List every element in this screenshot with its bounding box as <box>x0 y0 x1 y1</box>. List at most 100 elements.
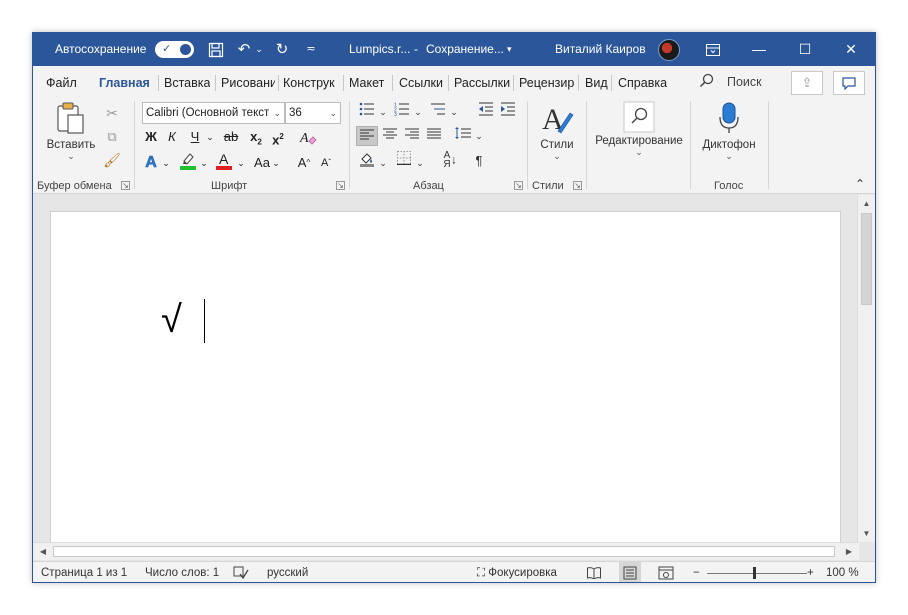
scroll-up-icon[interactable]: ▲ <box>858 197 875 211</box>
zoom-in-button[interactable]: + <box>807 562 814 582</box>
cut-icon[interactable]: ✂ <box>103 105 121 122</box>
search-label[interactable]: Поиск <box>727 75 762 89</box>
highlight-color-button[interactable] <box>179 151 197 171</box>
tab-mailings[interactable]: Рассылки <box>454 75 510 91</box>
sort-button[interactable]: АЯ↓ <box>439 151 461 171</box>
line-spacing-icon[interactable] <box>454 126 472 146</box>
subscript-button[interactable]: x2 <box>247 127 265 147</box>
tab-review[interactable]: Рецензир <box>519 75 575 91</box>
decrease-indent-icon[interactable] <box>477 102 495 122</box>
print-layout-icon[interactable] <box>619 562 641 582</box>
styles-launcher-icon[interactable]: ↘ <box>573 181 582 190</box>
tab-view[interactable]: Вид <box>585 75 608 91</box>
clear-formatting-icon[interactable]: A <box>297 127 319 147</box>
increase-indent-icon[interactable] <box>499 102 517 122</box>
scroll-left-icon[interactable]: ◀ <box>36 544 50 559</box>
bold-button[interactable]: Ж <box>143 127 159 147</box>
undo-icon[interactable]: ↶ <box>233 33 255 66</box>
zoom-out-button[interactable]: − <box>693 562 700 582</box>
user-name[interactable]: Виталий Каиров <box>555 33 646 66</box>
styles-button[interactable]: A Стили ⌄ <box>533 101 581 175</box>
chevron-down-icon[interactable]: ▾ <box>507 33 512 66</box>
document-text[interactable]: √ <box>161 298 182 342</box>
dictate-button[interactable]: Диктофон ⌄ <box>697 101 761 175</box>
numbering-icon[interactable]: 123 <box>393 102 411 122</box>
save-status[interactable]: Сохранение... <box>426 33 504 66</box>
chevron-down-icon[interactable]: ⌄ <box>413 102 423 122</box>
chevron-down-icon[interactable]: ⌄ <box>236 153 246 173</box>
shrink-font-button[interactable]: Aˇ <box>318 153 334 173</box>
shading-icon[interactable] <box>358 151 376 171</box>
strikethrough-button[interactable]: ab <box>221 127 241 147</box>
share-button[interactable]: ⇪ <box>791 71 823 95</box>
ribbon-display-options-icon[interactable] <box>690 33 736 66</box>
maximize-icon[interactable]: ☐ <box>782 33 828 66</box>
justify-icon[interactable] <box>424 126 444 146</box>
page-count[interactable]: Страница 1 из 1 <box>41 562 127 582</box>
file-name[interactable]: Lumpics.r... <box>349 33 410 66</box>
tab-references[interactable]: Ссылки <box>399 75 443 91</box>
italic-button[interactable]: К <box>165 127 179 147</box>
align-left-icon[interactable] <box>356 126 378 146</box>
chevron-down-icon[interactable]: ⌄ <box>449 102 459 122</box>
tab-layout[interactable]: Макет <box>349 75 384 91</box>
read-mode-icon[interactable] <box>585 562 603 582</box>
multilevel-list-icon[interactable] <box>429 102 447 122</box>
zoom-slider[interactable] <box>707 573 807 574</box>
change-case-button[interactable]: Aa <box>252 153 272 173</box>
proofing-icon[interactable] <box>233 562 249 582</box>
minimize-icon[interactable]: — <box>736 33 782 66</box>
font-color-button[interactable]: A <box>215 151 233 171</box>
text-effects-button[interactable]: A <box>143 153 159 173</box>
vertical-scrollbar[interactable]: ▲ ▼ <box>857 195 875 542</box>
pilcrow-button[interactable]: ¶ <box>470 151 488 171</box>
word-count[interactable]: Число слов: 1 <box>145 562 219 582</box>
superscript-button[interactable]: x2 <box>269 127 287 147</box>
scroll-right-icon[interactable]: ▶ <box>842 544 856 559</box>
search-icon[interactable] <box>699 73 714 92</box>
document-page[interactable]: √ <box>50 211 841 551</box>
scroll-down-icon[interactable]: ▼ <box>858 527 875 541</box>
language[interactable]: русский <box>267 562 308 582</box>
customize-qat-icon[interactable]: ≂ <box>303 33 319 66</box>
chevron-down-icon[interactable]: ⌄ <box>205 127 215 147</box>
bullets-icon[interactable] <box>358 102 376 122</box>
chevron-down-icon[interactable]: ⌄ <box>271 153 281 173</box>
format-painter-icon[interactable]: 🖌 <box>103 152 121 169</box>
paste-button[interactable]: Вставить ⌄ <box>41 101 101 173</box>
tab-home[interactable]: Главная <box>99 75 150 91</box>
zoom-level[interactable]: 100 % <box>826 562 859 582</box>
underline-button[interactable]: Ч <box>188 127 202 147</box>
tab-file[interactable]: Файл <box>46 75 77 91</box>
clipboard-launcher-icon[interactable]: ↘ <box>121 181 130 190</box>
copy-icon[interactable]: ⧉ <box>103 129 121 145</box>
align-right-icon[interactable] <box>402 126 422 146</box>
tab-design[interactable]: Конструк <box>283 75 340 91</box>
chevron-down-icon[interactable]: ⌄ <box>161 153 171 173</box>
tab-help[interactable]: Справка <box>618 75 667 91</box>
zoom-slider-thumb[interactable] <box>753 567 756 579</box>
web-layout-icon[interactable] <box>657 562 675 582</box>
scroll-thumb[interactable] <box>861 213 872 305</box>
chevron-down-icon[interactable]: ⌄ <box>378 102 388 122</box>
chevron-down-icon[interactable]: ⌄ <box>415 153 425 173</box>
font-size-combo[interactable]: 36 ⌄ <box>285 102 341 124</box>
scroll-thumb[interactable] <box>53 546 835 557</box>
chevron-down-icon[interactable]: ⌄ <box>378 153 388 173</box>
grow-font-button[interactable]: A^ <box>296 153 312 173</box>
close-icon[interactable]: ✕ <box>828 33 874 66</box>
chevron-down-icon[interactable]: ⌄ <box>199 153 209 173</box>
font-launcher-icon[interactable]: ↘ <box>336 181 345 190</box>
horizontal-scrollbar[interactable]: ◀ ▶ <box>33 542 859 560</box>
redo-icon[interactable]: ↻ <box>271 33 293 66</box>
save-icon[interactable] <box>205 33 227 66</box>
borders-icon[interactable] <box>395 151 413 171</box>
tab-draw[interactable]: Рисовани <box>221 75 275 91</box>
editing-button[interactable]: Редактирование ⌄ <box>591 101 687 175</box>
autosave-toggle[interactable]: ✓ <box>155 41 194 58</box>
align-center-icon[interactable] <box>380 126 400 146</box>
avatar[interactable] <box>658 39 680 61</box>
comments-button[interactable] <box>833 71 865 95</box>
focus-button[interactable]: ⛶ Фокусировка <box>477 562 557 582</box>
undo-dropdown-icon[interactable]: ⌄ <box>253 33 265 66</box>
